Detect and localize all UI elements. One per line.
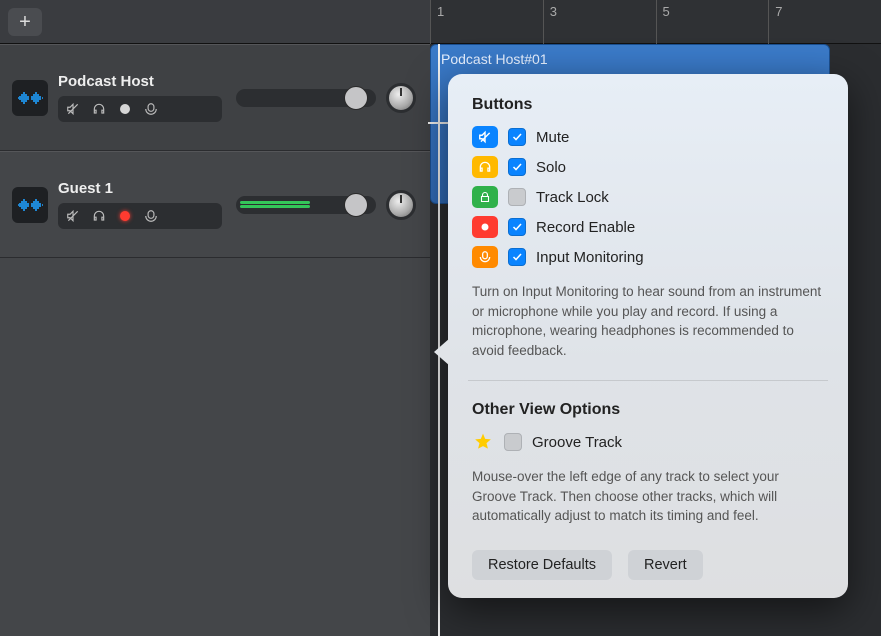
- input-monitor-button[interactable]: [138, 205, 164, 227]
- track-row[interactable]: Guest 1: [0, 151, 430, 258]
- option-row-input-monitor: Input Monitoring: [472, 246, 824, 268]
- headphones-icon: [92, 209, 106, 223]
- track-type-icon: [12, 80, 48, 116]
- checkbox-mute[interactable]: [508, 128, 526, 146]
- mute-button[interactable]: [60, 98, 86, 120]
- ruler-mark: 5: [656, 0, 769, 44]
- mute-icon: [66, 209, 80, 223]
- option-label: Groove Track: [532, 434, 622, 451]
- pan-knob[interactable]: [386, 190, 416, 220]
- option-row-mute: Mute: [472, 126, 824, 148]
- ruler-mark: 3: [543, 0, 656, 44]
- divider: [468, 380, 828, 381]
- plus-icon: +: [19, 12, 31, 32]
- track-type-icon: [12, 187, 48, 223]
- option-row-record: Record Enable: [472, 216, 824, 238]
- record-enable-button[interactable]: [112, 205, 138, 227]
- option-row-solo: Solo: [472, 156, 824, 178]
- record-enable-button[interactable]: [112, 98, 138, 120]
- input-monitor-icon: [472, 246, 498, 268]
- input-monitor-icon: [144, 102, 158, 116]
- option-label: Mute: [536, 129, 569, 146]
- revert-button[interactable]: Revert: [628, 550, 703, 580]
- option-row-lock: Track Lock: [472, 186, 824, 208]
- slider-thumb[interactable]: [344, 193, 368, 217]
- waveform-icon: [17, 91, 43, 105]
- section-title: Buttons: [472, 96, 824, 114]
- waveform-icon: [17, 198, 43, 212]
- volume-slider[interactable]: [236, 196, 376, 214]
- track-buttons: [58, 96, 222, 122]
- buttons-tip-text: Turn on Input Monitoring to hear sound f…: [472, 282, 824, 360]
- timeline-ruler[interactable]: 1 3 5 7: [430, 0, 881, 44]
- headphones-icon: [472, 156, 498, 178]
- checkbox-track-lock[interactable]: [508, 188, 526, 206]
- section-title: Other View Options: [472, 401, 824, 419]
- solo-button[interactable]: [86, 98, 112, 120]
- record-icon: [120, 104, 130, 114]
- groove-tip-text: Mouse-over the left edge of any track to…: [472, 467, 824, 526]
- ruler-mark: 1: [430, 0, 543, 44]
- volume-slider[interactable]: [236, 89, 376, 107]
- track-list: Podcast Host: [0, 44, 430, 636]
- mute-button[interactable]: [60, 205, 86, 227]
- record-icon: [120, 211, 130, 221]
- star-icon: [472, 431, 494, 453]
- headphones-icon: [92, 102, 106, 116]
- mute-icon: [472, 126, 498, 148]
- solo-button[interactable]: [86, 205, 112, 227]
- option-label: Track Lock: [536, 189, 609, 206]
- ruler-mark: 7: [768, 0, 881, 44]
- pan-knob[interactable]: [386, 83, 416, 113]
- track-header-config-popover: Buttons Mute Solo Track Lock Record Enab…: [448, 74, 848, 598]
- track-buttons: [58, 203, 222, 229]
- track-name: Guest 1: [58, 180, 222, 197]
- input-monitor-icon: [144, 209, 158, 223]
- option-label: Input Monitoring: [536, 249, 644, 266]
- checkbox-input-monitoring[interactable]: [508, 248, 526, 266]
- track-row[interactable]: Podcast Host: [0, 44, 430, 151]
- option-label: Record Enable: [536, 219, 635, 236]
- add-track-button[interactable]: +: [8, 8, 42, 36]
- checkbox-groove-track[interactable]: [504, 433, 522, 451]
- slider-thumb[interactable]: [344, 86, 368, 110]
- record-icon: [472, 216, 498, 238]
- lock-icon: [472, 186, 498, 208]
- option-label: Solo: [536, 159, 566, 176]
- track-name: Podcast Host: [58, 73, 222, 90]
- region-title: Podcast Host#01: [431, 45, 829, 73]
- restore-defaults-button[interactable]: Restore Defaults: [472, 550, 612, 580]
- checkbox-solo[interactable]: [508, 158, 526, 176]
- checkbox-record-enable[interactable]: [508, 218, 526, 236]
- input-monitor-button[interactable]: [138, 98, 164, 120]
- mute-icon: [66, 102, 80, 116]
- option-row-groove: Groove Track: [472, 431, 824, 453]
